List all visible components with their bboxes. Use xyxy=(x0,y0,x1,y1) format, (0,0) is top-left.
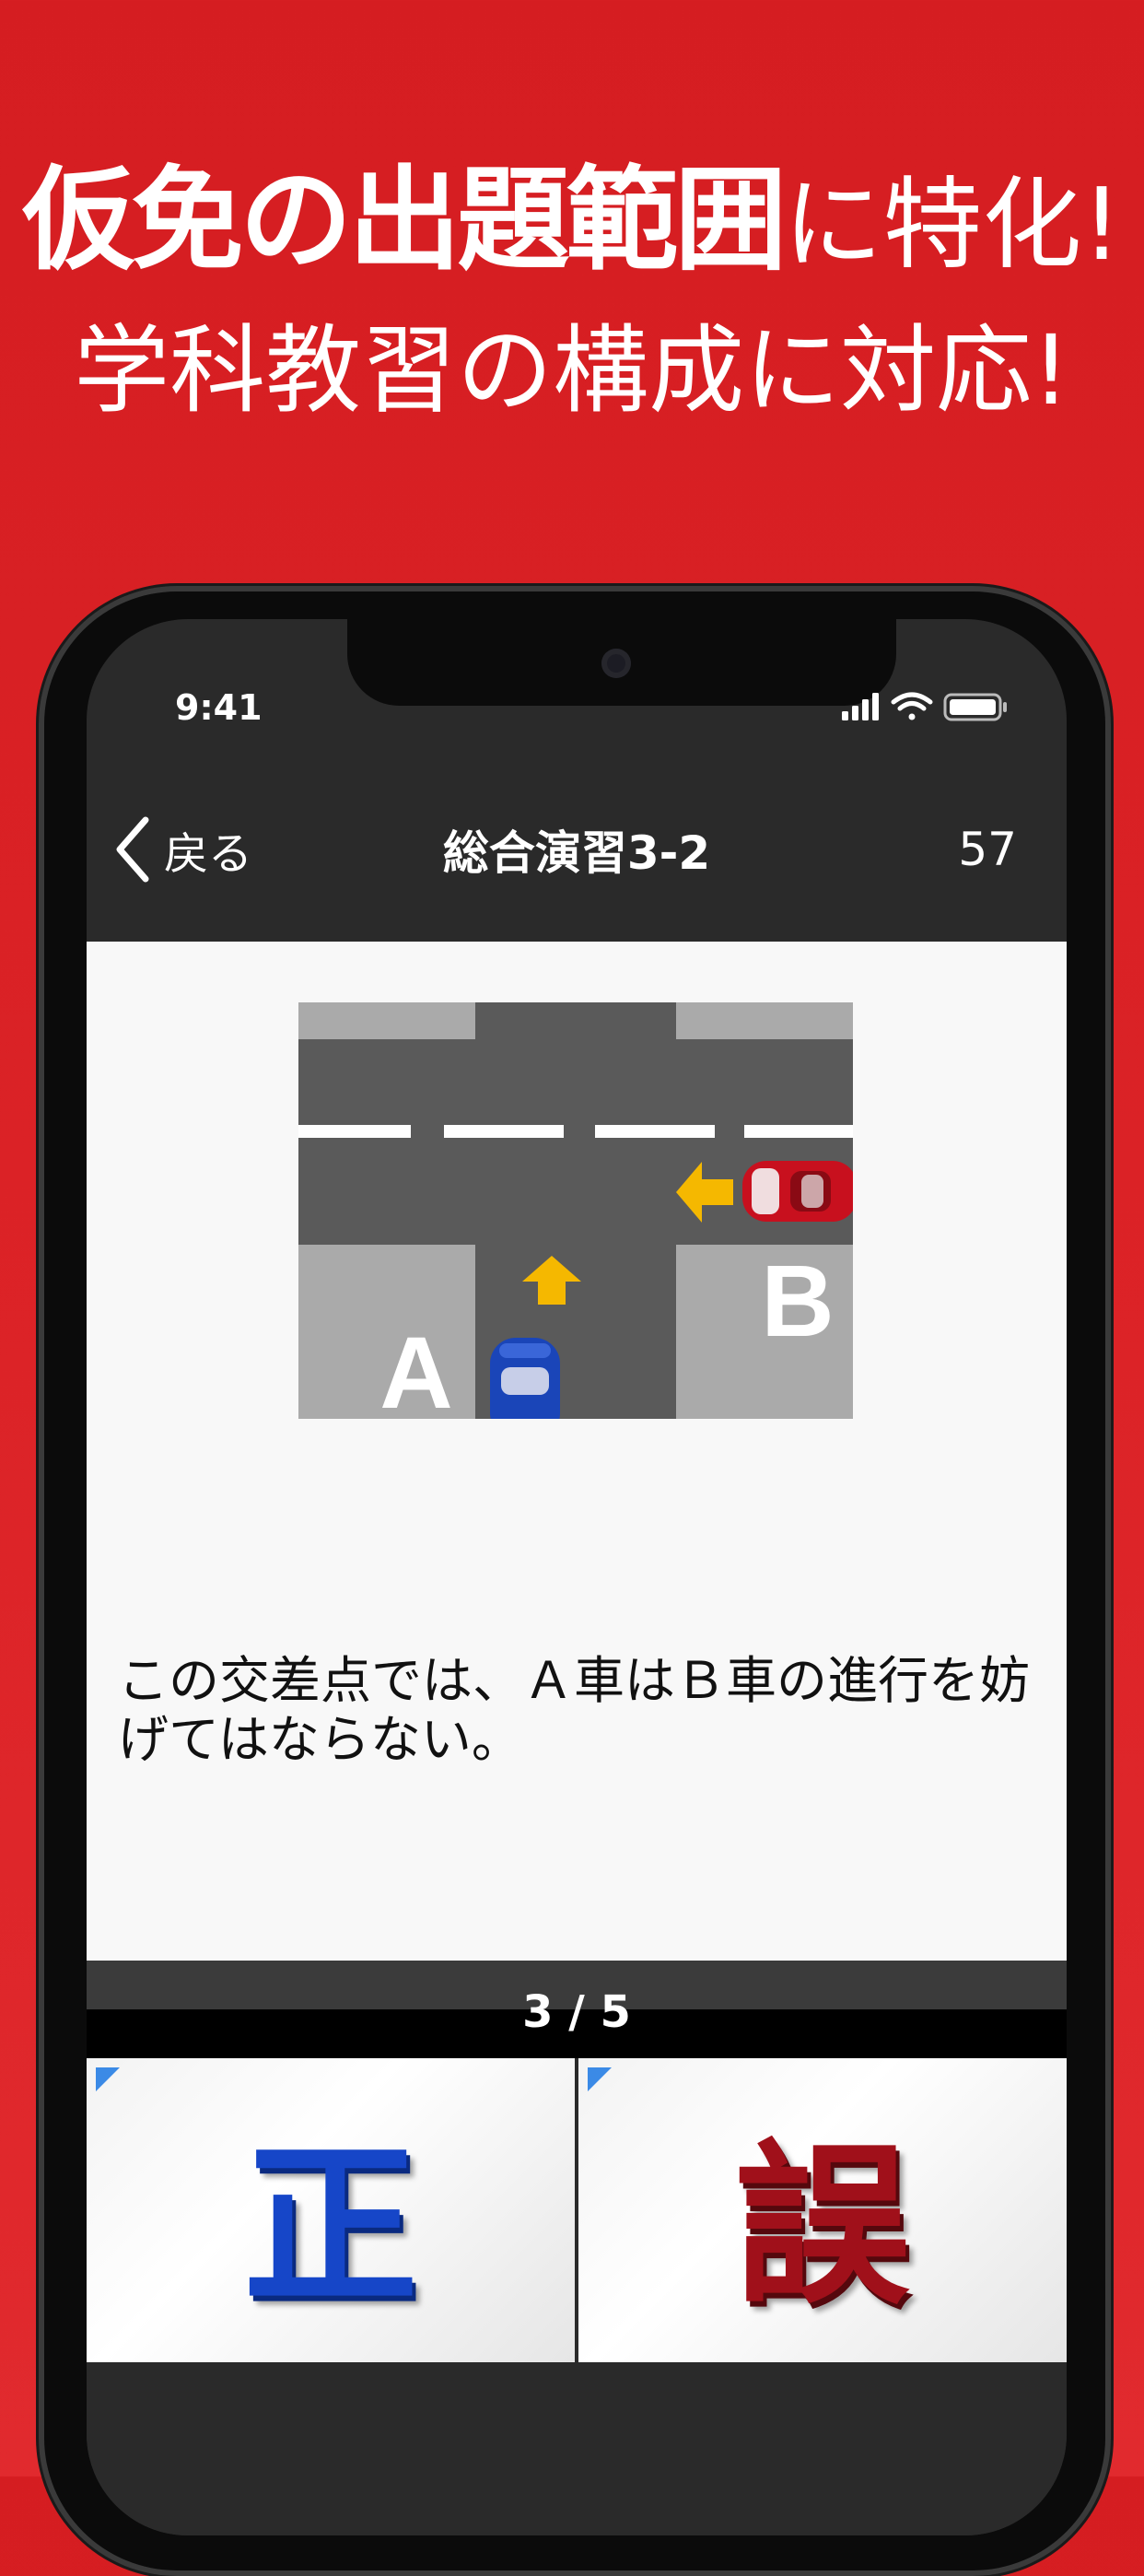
signal-icon xyxy=(842,693,879,720)
answer-buttons: 正 誤 xyxy=(87,2058,1067,2362)
car-a xyxy=(490,1338,560,1419)
corner-block-top-right xyxy=(676,1002,853,1039)
status-time: 9:41 xyxy=(175,687,263,728)
bottom-area xyxy=(87,2362,1067,2535)
car-b xyxy=(742,1161,853,1222)
car-a-label: A xyxy=(379,1317,452,1419)
promo-headline-1-bold: 仮免の出題範囲 xyxy=(22,155,787,286)
car-b-label: B xyxy=(761,1245,834,1358)
promo-headline-1: 仮免の出題範囲に特化! xyxy=(0,164,1144,276)
progress-bar: 3 / 5 xyxy=(87,1961,1067,2058)
answer-false-label: 誤 xyxy=(734,2122,910,2328)
question-text: この交差点では、Ａ車はＢ車の進行を妨げてはならない。 xyxy=(118,1651,1031,1769)
back-button[interactable]: 戻る xyxy=(114,757,252,942)
answer-true-button[interactable]: 正 xyxy=(87,2058,575,2362)
chevron-left-icon xyxy=(116,816,149,883)
wifi-icon xyxy=(891,692,933,720)
battery-icon xyxy=(943,693,1007,721)
back-label: 戻る xyxy=(164,828,253,880)
intersection-diagram: A B xyxy=(298,1002,853,1419)
answer-true-label: 正 xyxy=(242,2122,418,2328)
status-icons-svg xyxy=(842,692,1007,721)
question-area: A B この交差点では、Ａ車はＢ車の進行を妨げてはならない。 xyxy=(87,942,1067,1961)
corner-marker-icon xyxy=(96,2067,120,2091)
camera-icon xyxy=(601,649,631,678)
corner-marker-icon xyxy=(588,2067,612,2091)
answer-false-button[interactable]: 誤 xyxy=(578,2058,1067,2362)
status-icons xyxy=(842,691,1017,726)
corner-block-top-left xyxy=(298,1002,475,1039)
promo-headline-2: 学科教習の構成に対応! xyxy=(74,314,1070,427)
progress-text: 3 / 5 xyxy=(522,1986,631,2038)
question-count: 57 xyxy=(958,823,1017,876)
notch xyxy=(347,619,896,706)
nav-bar: 総合演習3-2 戻る 57 xyxy=(87,757,1067,942)
phone-screen: 9:41 総合演習3-2 戻る 57 A B この交差点では、Ａ車はＢ車の進行を… xyxy=(87,619,1067,2535)
promo-headline-1-rest: に特化! xyxy=(783,168,1122,283)
phone-frame: 9:41 総合演習3-2 戻る 57 A B この交差点では、Ａ車はＢ車の進行を… xyxy=(39,586,1111,2576)
